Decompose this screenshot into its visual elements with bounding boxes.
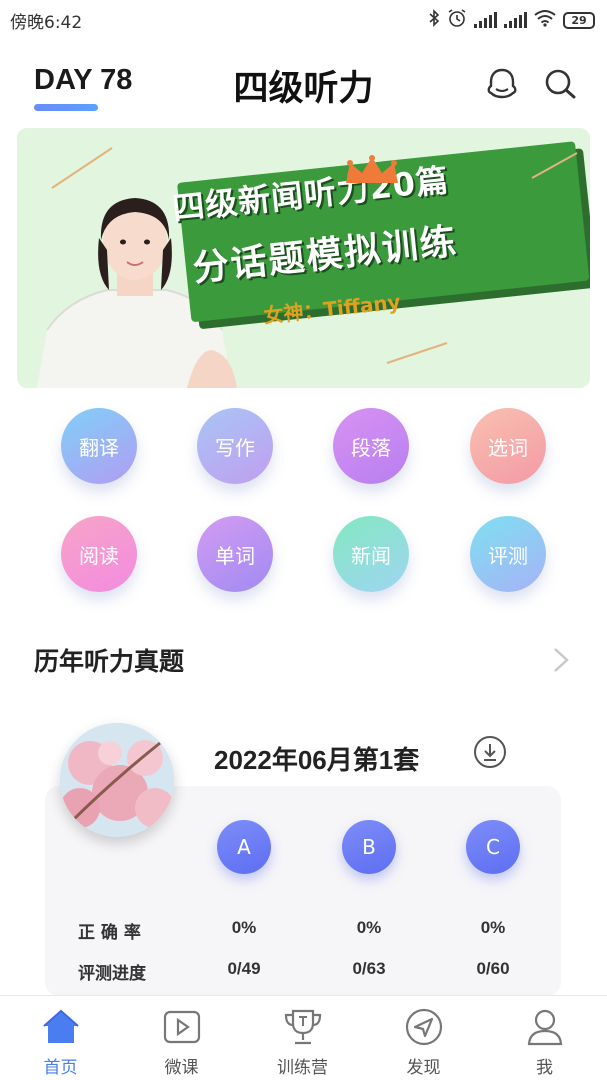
category-assessment[interactable]: 评测 xyxy=(470,516,546,592)
category-word-choice[interactable]: 选词 xyxy=(470,408,546,484)
progress-c: 0/60 xyxy=(476,959,510,978)
status-bar: 傍晚6:42 29 xyxy=(0,0,607,40)
level-a-button[interactable]: A xyxy=(217,820,271,874)
signal-hd-icon xyxy=(504,12,527,28)
message-icon[interactable] xyxy=(482,64,522,104)
exam-title[interactable]: 2022年06月第1套 xyxy=(214,740,419,777)
nav-microcourse-label: 微课 xyxy=(164,1058,199,1078)
user-icon xyxy=(527,1009,563,1046)
category-vocabulary[interactable]: 单词 xyxy=(197,516,273,592)
nav-training-camp[interactable]: 训练营 xyxy=(242,996,363,1080)
nav-home-label: 首页 xyxy=(43,1058,78,1078)
trophy-icon xyxy=(284,1009,322,1045)
exam-cover-image xyxy=(60,723,174,837)
category-translate[interactable]: 翻译 xyxy=(61,408,137,484)
accuracy-c: 0% xyxy=(480,918,506,937)
bottom-nav: 首页 微课 训练营 发现 我 xyxy=(0,995,607,1080)
progress-label: 评测进度 xyxy=(78,964,146,984)
nav-training-camp-label: 训练营 xyxy=(277,1058,328,1078)
category-writing[interactable]: 写作 xyxy=(197,408,273,484)
progress-a: 0/49 xyxy=(227,959,261,978)
category-news[interactable]: 新闻 xyxy=(333,516,409,592)
category-reading[interactable]: 阅读 xyxy=(61,516,137,592)
accuracy-b: 0% xyxy=(356,918,382,937)
nav-me[interactable]: 我 xyxy=(484,996,605,1080)
crown-icon xyxy=(346,155,398,183)
nav-microcourse[interactable]: 微课 xyxy=(121,996,242,1080)
wifi-icon xyxy=(534,9,556,31)
nav-discover-label: 发现 xyxy=(406,1058,441,1078)
alarm-icon xyxy=(447,8,467,32)
category-paragraph[interactable]: 段落 xyxy=(333,408,409,484)
bluetooth-icon xyxy=(428,9,440,31)
compass-icon xyxy=(405,1008,443,1046)
status-icons: 29 xyxy=(428,8,595,32)
chevron-right-icon[interactable] xyxy=(550,646,572,674)
video-play-icon xyxy=(163,1010,201,1044)
status-time: 傍晚6:42 xyxy=(10,12,83,33)
download-icon[interactable] xyxy=(473,735,507,769)
accuracy-label: 正 确 率 xyxy=(78,923,141,943)
level-c-button[interactable]: C xyxy=(466,820,520,874)
nav-discover[interactable]: 发现 xyxy=(363,996,484,1080)
search-icon[interactable] xyxy=(540,64,580,104)
signal-icon xyxy=(474,12,497,28)
nav-me-label: 我 xyxy=(536,1058,553,1078)
level-b-button[interactable]: B xyxy=(342,820,396,874)
home-icon xyxy=(43,1009,79,1043)
section-title-past-exams: 历年听力真题 xyxy=(34,647,185,676)
battery-indicator: 29 xyxy=(563,11,595,29)
accuracy-a: 0% xyxy=(231,918,257,937)
nav-home[interactable]: 首页 xyxy=(0,996,121,1080)
progress-b: 0/63 xyxy=(352,959,386,978)
app-header: DAY 78 四级听力 xyxy=(0,52,607,116)
